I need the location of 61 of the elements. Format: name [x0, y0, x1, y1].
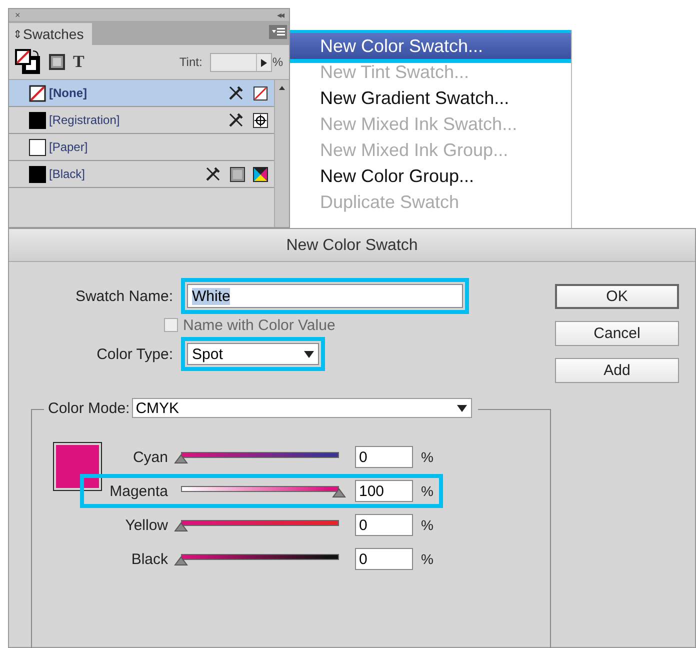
percent-label: % — [272, 55, 283, 69]
none-icon — [253, 86, 268, 100]
menu-item[interactable]: New Color Group... — [290, 163, 571, 189]
channel-label: Black — [130, 550, 169, 568]
dialog-button[interactable]: OK — [555, 284, 679, 309]
swatches-tab[interactable]: ⇕Swatches — [9, 23, 92, 45]
slider-thumb[interactable] — [174, 522, 188, 532]
menu-item[interactable]: New Gradient Swatch... — [290, 85, 571, 111]
none-chip-icon — [29, 84, 46, 102]
dialog-title: New Color Swatch — [9, 229, 695, 262]
cmyk-icon — [253, 166, 268, 182]
crossed-pencil-icon — [227, 84, 245, 102]
tint-field[interactable] — [210, 52, 272, 72]
menu-item[interactable]: New Color Swatch... — [290, 33, 571, 59]
channel-input[interactable]: 100 — [355, 480, 413, 502]
swatch-row[interactable]: [None] — [9, 80, 274, 107]
percent-label: % — [421, 449, 434, 465]
color-mode-label: Color Mode: — [48, 400, 130, 416]
checkbox-label: Name with Color Value — [183, 316, 336, 334]
field-label: Swatch Name: — [74, 288, 174, 304]
channel-input[interactable]: 0 — [355, 514, 413, 536]
dialog-button[interactable]: Add — [555, 358, 679, 383]
percent-label: % — [421, 517, 434, 533]
swatch-row[interactable]: [Registration] — [9, 107, 274, 134]
collapse-icon[interactable]: ◂◂ — [277, 9, 283, 21]
swatch-name: [Black] — [49, 167, 86, 181]
slider-thumb[interactable] — [332, 488, 346, 498]
tint-label: Tint: — [179, 55, 202, 69]
swatch-name: [None] — [49, 86, 87, 100]
swatch-row[interactable]: [Black] — [9, 161, 274, 188]
registration-icon — [253, 112, 268, 128]
dialog-button[interactable]: Cancel — [555, 321, 679, 346]
slider-thumb[interactable] — [174, 454, 188, 464]
text-format-icon[interactable]: T — [73, 52, 84, 72]
channel-label: Yellow — [124, 516, 169, 534]
channel-label: Magenta — [108, 482, 169, 500]
scroll-up-icon[interactable] — [277, 84, 287, 92]
crossed-pencil-icon — [227, 111, 245, 129]
color-type-dropdown[interactable]: Spot — [187, 343, 319, 365]
swatch-name: [Paper] — [49, 140, 88, 154]
swatch-name: [Registration] — [49, 113, 120, 127]
swatch-name-field[interactable]: White — [187, 284, 463, 308]
panel-menu-icon[interactable] — [269, 25, 287, 39]
percent-label: % — [421, 551, 434, 567]
swatch-chip — [29, 166, 46, 182]
swatch-chip — [29, 138, 46, 156]
close-icon[interactable]: × — [15, 9, 18, 21]
color-mode-dropdown[interactable]: CMYK — [132, 398, 472, 418]
channel-label: Cyan — [132, 448, 169, 466]
swatch-chip — [29, 112, 46, 128]
crossed-pencil-icon — [204, 165, 222, 183]
field-label: Color Type: — [96, 346, 174, 362]
channel-input[interactable]: 0 — [355, 446, 413, 468]
container-icon[interactable] — [49, 54, 65, 70]
percent-label: % — [421, 483, 434, 499]
process-icon — [230, 166, 245, 182]
channel-input[interactable]: 0 — [355, 548, 413, 570]
swatch-row[interactable]: [Paper] — [9, 134, 274, 161]
slider-thumb[interactable] — [174, 556, 188, 566]
fill-stroke-icon[interactable] — [15, 49, 41, 75]
scroll-bar[interactable] — [274, 80, 289, 227]
